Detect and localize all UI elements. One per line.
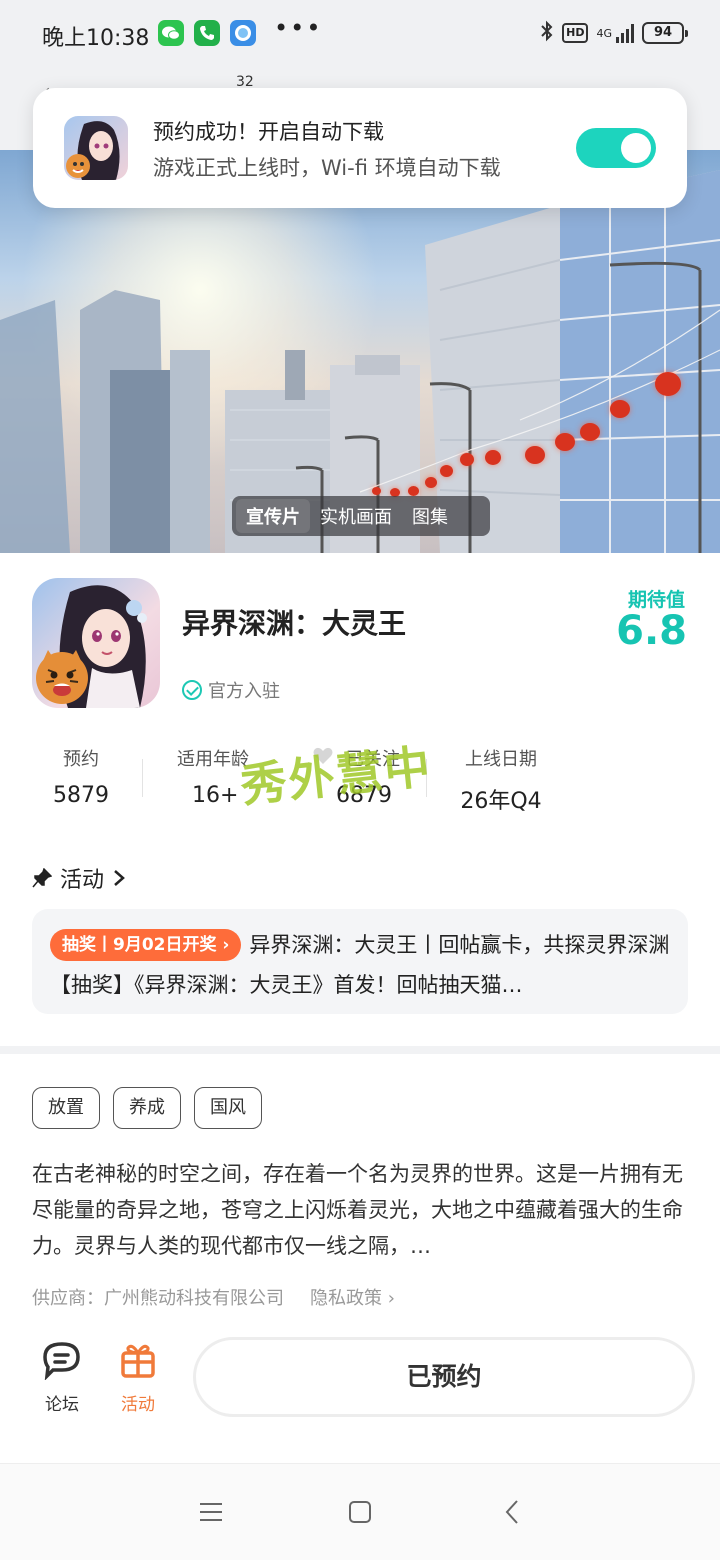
stat-value: 5879 [53, 783, 109, 808]
tag-idle[interactable]: 放置 [32, 1087, 100, 1129]
activity-header-label: 活动 [60, 868, 105, 893]
stat-value: 26年Q4 [460, 789, 542, 814]
section-separator [0, 1046, 720, 1054]
status-bar: 晚上10:38 ••• HD 4G 94 [0, 0, 720, 68]
signal-icon [616, 23, 634, 43]
media-tabs: 宣传片 实机画面 图集 [232, 496, 490, 536]
menu-icon[interactable] [199, 1502, 223, 1522]
lantern [580, 423, 600, 441]
home-icon[interactable] [348, 1500, 372, 1524]
system-nav-bar [0, 1463, 720, 1560]
forum-button[interactable]: 论坛 [32, 1340, 92, 1415]
activity-header[interactable]: 活动 [32, 862, 126, 894]
lantern [555, 433, 575, 451]
lantern [655, 372, 681, 396]
toast-subtitle: 游戏正式上线时，Wi-fi 环境自动下载 [153, 156, 501, 180]
tag-chinese-style[interactable]: 国风 [194, 1087, 262, 1129]
hero-city-illustration [0, 170, 720, 553]
lantern [610, 400, 630, 418]
supplier-row: 供应商：广州熊动科技有限公司 隐私政策 › [32, 1284, 395, 1310]
reservation-success-toast: 预约成功！开启自动下载 游戏正式上线时，Wi-fi 环境自动下载 [33, 88, 687, 208]
privacy-policy-link[interactable]: 隐私政策 › [310, 1284, 395, 1310]
battery-icon: 94 [642, 22, 688, 44]
lottery-badge: 抽奖丨9月02日开奖 › [50, 929, 242, 961]
more-notifications-icon: ••• [274, 14, 323, 42]
tab-gameplay[interactable]: 实机画面 [310, 499, 402, 533]
pin-icon [32, 868, 52, 888]
tag-list: 放置 养成 国风 [32, 1087, 262, 1129]
stat-label: 预约 [63, 749, 99, 770]
forum-icon [43, 1342, 80, 1381]
game-app-icon [64, 116, 128, 180]
toggle-knob [621, 133, 651, 163]
tab-gallery[interactable]: 图集 [402, 499, 458, 533]
phone-icon [194, 20, 220, 46]
app-icon [230, 20, 256, 46]
hd-icon: HD [562, 23, 589, 43]
tab-promo-video[interactable]: 宣传片 [236, 499, 310, 533]
reserved-button[interactable]: 已预约 [193, 1337, 695, 1417]
toast-title: 预约成功！开启自动下载 [153, 120, 384, 144]
back-icon[interactable] [504, 1499, 520, 1525]
privacy-policy-label: 隐私政策 [310, 1288, 382, 1309]
status-time: 晚上10:38 [42, 26, 150, 51]
stat-label: 上线日期 [465, 749, 537, 770]
game-title: 异界深渊：大灵王 [182, 607, 407, 640]
activity-text-wrap: 抽奖丨9月02日开奖 › 异界深渊：大灵王丨回帖赢卡，共探灵界深渊【抽奖】《异界深… [50, 925, 670, 1005]
wechat-icon [158, 20, 184, 46]
tag-cultivation[interactable]: 养成 [113, 1087, 181, 1129]
auto-download-toggle[interactable] [576, 128, 656, 168]
lantern [372, 487, 381, 495]
verified-check-icon [182, 680, 202, 700]
game-icon [32, 578, 160, 708]
lantern [408, 486, 419, 496]
gift-icon [121, 1344, 155, 1378]
forum-label: 论坛 [45, 1395, 79, 1415]
divider [142, 759, 143, 797]
official-label: 官方入驻 [208, 681, 280, 702]
activity-button[interactable]: 活动 [108, 1340, 168, 1415]
lantern [440, 465, 453, 477]
network-label: 4G [596, 26, 612, 40]
chevron-right-icon [114, 870, 125, 886]
activity-label: 活动 [121, 1395, 155, 1415]
hero-media[interactable]: 宣传片 实机画面 图集 [0, 150, 720, 553]
stat-launch-date: 上线日期 26年Q4 [446, 745, 556, 815]
supplier-name: 供应商：广州熊动科技有限公司 [32, 1288, 284, 1309]
lantern [525, 446, 545, 464]
activity-card[interactable]: 抽奖丨9月02日开奖 › 异界深渊：大灵王丨回帖赢卡，共探灵界深渊【抽奖】《异界深… [32, 909, 688, 1014]
expectation-score: 6.8 [616, 608, 687, 654]
bluetooth-icon [540, 20, 554, 46]
lantern [460, 453, 474, 466]
lantern [425, 477, 437, 488]
game-description[interactable]: 在古老神秘的时空之间，存在着一个名为灵界的世界。这是一片拥有无尽能量的奇异之地，… [32, 1156, 688, 1264]
lantern [485, 450, 501, 465]
official-badge: 官方入驻 [182, 677, 280, 703]
stat-reservations: 预约 5879 [40, 745, 122, 808]
